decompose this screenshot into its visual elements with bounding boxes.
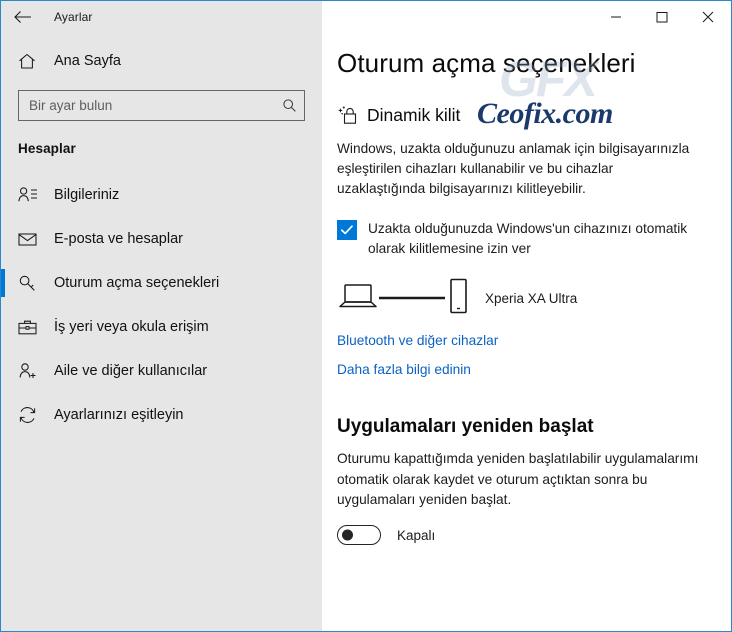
page-title: Oturum açma seçenekleri <box>337 48 636 78</box>
sidebar-item-work-school-access[interactable]: İş yeri veya okula erişim <box>1 305 322 349</box>
mail-icon <box>18 231 42 247</box>
sidebar-item-label: Ayarlarınızı eşitleyin <box>54 407 184 423</box>
search-box[interactable] <box>18 90 305 121</box>
sync-icon <box>18 406 42 424</box>
sidebar-home-label: Ana Sayfa <box>54 53 121 69</box>
restart-apps-toggle-state: Kapalı <box>397 527 436 543</box>
sidebar-item-your-info[interactable]: Bilgileriniz <box>1 173 322 217</box>
dynamic-lock-heading-row: Dinamik kilit <box>337 105 731 127</box>
search-icon[interactable] <box>279 98 299 113</box>
title-bar: Ayarlar <box>1 1 731 32</box>
window-title: Ayarlar <box>54 9 93 24</box>
add-user-icon <box>18 362 42 380</box>
paired-device-row: Xperia XA Ultra <box>337 278 731 318</box>
dynamic-lock-checkbox-label: Uzakta olduğunuzda Windows'un cihazınızı… <box>368 220 688 256</box>
learn-more-link[interactable]: Daha fazla bilgi edinin <box>337 362 471 377</box>
sidebar-nav-list: Bilgileriniz E-posta ve hesaplar Oturum … <box>1 173 322 437</box>
sidebar: Ana Sayfa Hesaplar <box>1 32 322 631</box>
bluetooth-devices-link[interactable]: Bluetooth ve diğer cihazlar <box>337 333 498 348</box>
search-input[interactable] <box>29 98 279 113</box>
sidebar-group-title: Hesaplar <box>18 141 76 156</box>
sidebar-item-label: Aile ve diğer kullanıcılar <box>54 363 208 379</box>
sidebar-item-label: Bilgileriniz <box>54 187 120 203</box>
sidebar-item-label: Oturum açma seçenekleri <box>54 275 220 291</box>
main-content: Oturum açma seçenekleri Dinamik kilit Wi… <box>322 32 731 631</box>
dynamic-lock-description: Windows, uzakta olduğunuzu anlamak için … <box>337 140 690 197</box>
maximize-button[interactable] <box>639 1 685 32</box>
paired-device-name: Xperia XA Ultra <box>485 290 578 306</box>
title-bar-left: Ayarlar <box>1 1 322 32</box>
briefcase-icon <box>18 319 42 336</box>
check-icon <box>340 225 353 234</box>
back-arrow-icon <box>14 10 31 23</box>
back-button[interactable] <box>1 1 45 32</box>
minimize-icon <box>611 16 621 17</box>
settings-window: Ayarlar Ana Sayfa Bir ayar bulun Hesapla… <box>0 0 732 632</box>
restart-apps-heading: Uygulamaları yeniden başlat <box>337 416 594 438</box>
sidebar-item-family-other-users[interactable]: Aile ve diğer kullanıcılar <box>1 349 322 393</box>
selection-indicator <box>1 269 5 297</box>
dynamic-lock-icon <box>337 105 361 127</box>
title-bar-right <box>322 1 731 32</box>
close-button[interactable] <box>685 1 731 32</box>
close-icon <box>702 11 714 22</box>
dynamic-lock-heading: Dinamik kilit <box>367 105 461 126</box>
restart-apps-toggle[interactable] <box>337 525 381 546</box>
maximize-icon <box>656 11 668 22</box>
restart-apps-toggle-row[interactable]: Kapalı <box>337 525 731 546</box>
user-info-icon <box>18 186 42 204</box>
sidebar-item-label: E-posta ve hesaplar <box>54 231 183 247</box>
restart-apps-section: Uygulamaları yeniden başlat Oturumu kapa… <box>337 416 731 546</box>
laptop-icon <box>337 281 379 316</box>
home-icon <box>18 53 40 70</box>
connection-line-icon <box>379 295 445 301</box>
key-icon <box>18 274 42 293</box>
dynamic-lock-checkbox[interactable] <box>337 219 357 240</box>
sidebar-item-email-accounts[interactable]: E-posta ve hesaplar <box>1 217 322 261</box>
window-body: Ana Sayfa Hesaplar <box>1 32 731 631</box>
sidebar-item-sign-in-options[interactable]: Oturum açma seçenekleri <box>1 261 322 305</box>
restart-apps-description: Oturumu kapattığımda yeniden başlatılabi… <box>337 451 699 507</box>
sidebar-item-sync-settings[interactable]: Ayarlarınızı eşitleyin <box>1 393 322 437</box>
minimize-button[interactable] <box>593 1 639 32</box>
sidebar-item-home[interactable]: Ana Sayfa <box>1 41 322 81</box>
sidebar-item-label: İş yeri veya okula erişim <box>54 319 209 335</box>
phone-icon <box>447 278 469 319</box>
toggle-knob <box>342 529 353 541</box>
dynamic-lock-checkbox-row[interactable]: Uzakta olduğunuzda Windows'un cihazınızı… <box>337 219 731 259</box>
